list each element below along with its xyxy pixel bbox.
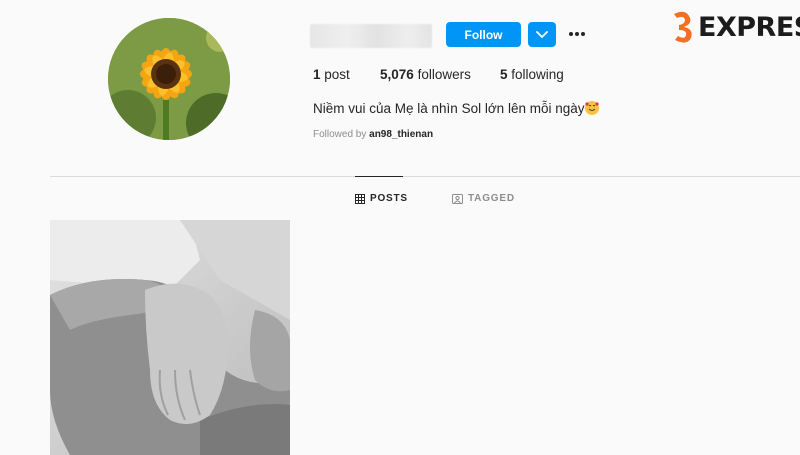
followed-by-prefix: Followed by xyxy=(313,129,367,140)
express-watermark-logo: EXPRESS xyxy=(670,10,800,44)
posts-count: 1 post xyxy=(313,67,350,82)
profile-bio: Niềm vui của Mẹ là nhìn Sol lớn lên mỗi … xyxy=(313,101,600,116)
tabs-divider xyxy=(50,176,800,177)
suggested-dropdown-button[interactable] xyxy=(528,22,556,47)
smiling-hearts-emoji-icon xyxy=(585,101,600,115)
tab-posts[interactable]: POSTS xyxy=(355,193,408,204)
express-logo-text: EXPRESS xyxy=(698,11,800,43)
tag-icon xyxy=(452,193,463,204)
followed-by: Followed by an98_thienan xyxy=(313,129,433,140)
followed-by-user-link[interactable]: an98_thienan xyxy=(369,129,433,140)
tab-posts-label: POSTS xyxy=(370,193,408,204)
following-count-value: 5 xyxy=(500,67,508,82)
follow-button[interactable]: Follow xyxy=(446,22,521,47)
profile-avatar[interactable] xyxy=(108,18,230,140)
posts-count-value: 1 xyxy=(313,67,321,82)
following-count[interactable]: 5 following xyxy=(500,67,564,82)
followers-count-label: followers xyxy=(417,67,471,82)
bio-text: Niềm vui của Mẹ là nhìn Sol lớn lên mỗi … xyxy=(313,101,585,116)
tab-tagged-label: TAGGED xyxy=(468,193,515,204)
more-options-icon[interactable] xyxy=(566,24,588,44)
active-tab-indicator xyxy=(355,176,403,177)
followers-count[interactable]: 5,076 followers xyxy=(380,67,471,82)
tab-tagged[interactable]: TAGGED xyxy=(452,193,515,204)
post-thumbnail[interactable] xyxy=(50,220,290,455)
express-logo-mark-icon xyxy=(674,11,692,43)
post-image-hands xyxy=(50,220,290,455)
followers-count-value: 5,076 xyxy=(380,67,414,82)
posts-count-label: post xyxy=(324,67,350,82)
sunflower-image xyxy=(108,18,230,140)
grid-icon xyxy=(355,193,365,204)
following-count-label: following xyxy=(511,67,564,82)
username-blurred xyxy=(310,24,432,48)
chevron-down-icon xyxy=(536,30,548,38)
